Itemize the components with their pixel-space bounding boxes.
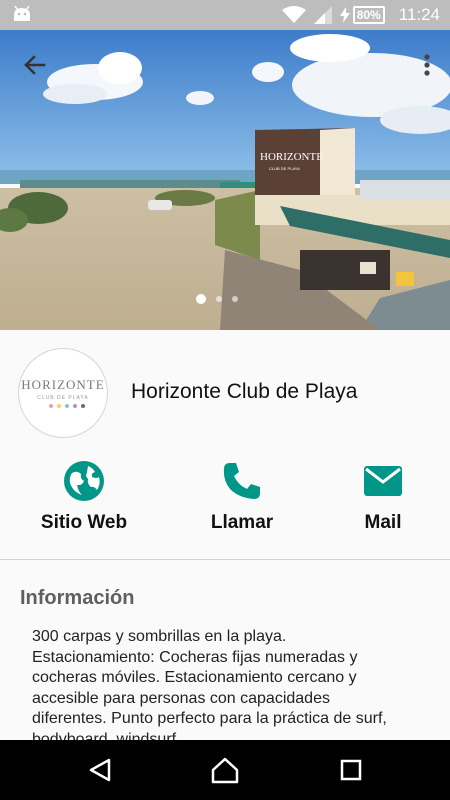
status-bar: 80% 11:24: [0, 0, 450, 30]
call-label: Llamar: [210, 512, 274, 533]
hero-logo-text: HORIZONTE: [260, 151, 323, 163]
battery-icon: 80%: [352, 6, 385, 24]
website-label: Sitio Web: [40, 512, 128, 533]
place-logo-subtext: CLUB DE PLAYA: [37, 395, 89, 401]
mail-label: Mail: [364, 512, 402, 533]
mail-icon: [364, 466, 402, 496]
globe-icon: [64, 461, 104, 501]
carousel-indicator: [196, 294, 238, 304]
place-title: Horizonte Club de Playa: [131, 380, 358, 403]
call-button[interactable]: Llamar: [177, 460, 307, 534]
info-section-title: Información: [20, 587, 135, 609]
place-logo-text: HORIZONTE: [21, 377, 105, 392]
mail-button[interactable]: Mail: [318, 460, 448, 534]
carousel-dot-1[interactable]: [196, 294, 206, 304]
hero-image-carousel[interactable]: HORIZONTE CLUB DE PLAYA: [0, 30, 450, 330]
info-text: 300 carpas y sombrillas en la playa. Est…: [32, 628, 387, 748]
charging-icon: [339, 7, 350, 23]
place-logo: HORIZONTE CLUB DE PLAYA: [18, 348, 108, 438]
more-vert-icon[interactable]: [420, 50, 434, 80]
clock: 11:24: [398, 5, 440, 24]
back-triangle-icon[interactable]: [85, 755, 115, 785]
divider: [0, 559, 450, 560]
hero-logo-sub: CLUB DE PLAYA: [269, 166, 300, 171]
hero-photo: HORIZONTE CLUB DE PLAYA: [0, 30, 450, 330]
wifi-icon: [281, 6, 306, 23]
android-icon: [14, 6, 30, 21]
recents-icon[interactable]: [336, 755, 366, 785]
home-icon[interactable]: [210, 755, 240, 785]
carousel-dot-3[interactable]: [232, 296, 238, 302]
phone-icon: [223, 463, 260, 499]
navigation-bar: [0, 740, 450, 800]
back-arrow-icon[interactable]: [20, 50, 50, 80]
carousel-dot-2[interactable]: [216, 296, 222, 302]
battery-indicator: 80%: [339, 6, 385, 24]
signal-icon: [313, 6, 332, 24]
website-button[interactable]: Sitio Web: [19, 460, 149, 534]
battery-unit: %: [370, 8, 381, 22]
logo-dots: [49, 404, 85, 408]
battery-level: 80: [356, 8, 371, 22]
